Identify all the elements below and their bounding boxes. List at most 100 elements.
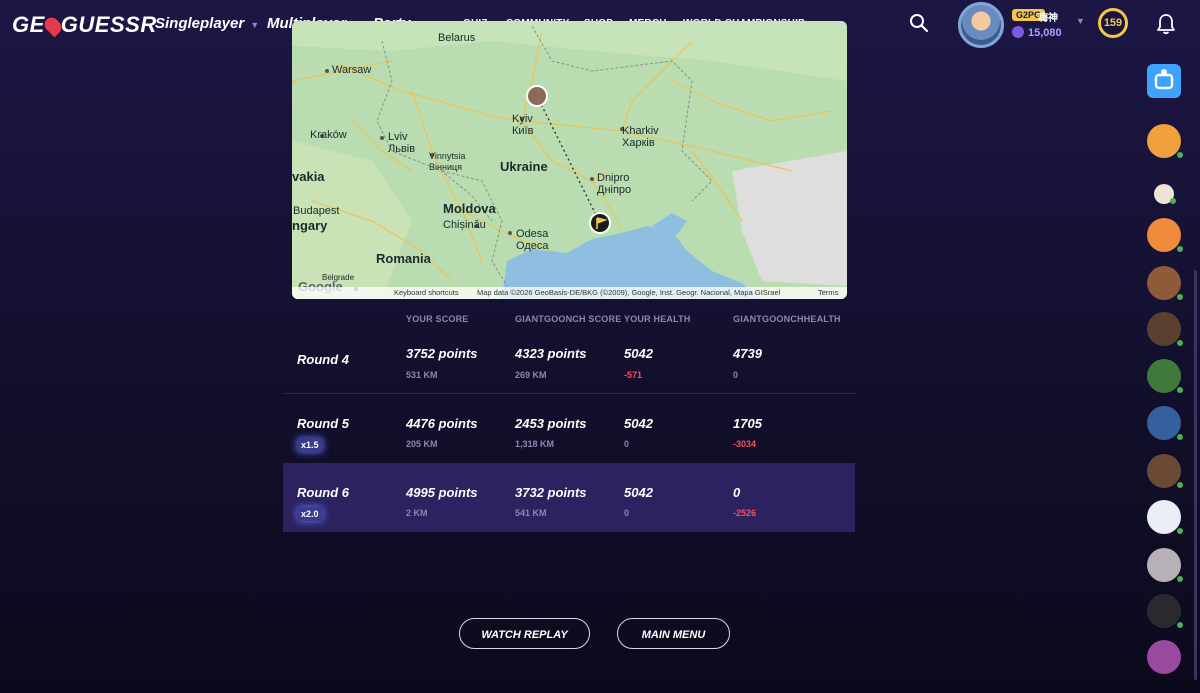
opponent-health-change: -3034 bbox=[733, 439, 757, 449]
online-indicator bbox=[1177, 434, 1183, 440]
watch-replay-button[interactable]: WATCH REPLAY bbox=[459, 618, 590, 649]
map-label-warsaw: Warsaw bbox=[332, 64, 372, 76]
damage-multiplier-badge: x2.0 bbox=[297, 507, 323, 521]
friend-avatar[interactable] bbox=[1147, 500, 1183, 534]
online-indicator bbox=[1170, 198, 1176, 204]
user-avatar[interactable] bbox=[958, 2, 1004, 48]
online-indicator bbox=[1177, 528, 1183, 534]
opponent-points: 4323 points bbox=[515, 346, 587, 361]
online-indicator bbox=[1177, 482, 1183, 488]
online-indicator bbox=[1177, 576, 1183, 582]
friend-avatar[interactable] bbox=[1147, 640, 1181, 674]
column-header-your-score: YOUR SCORE bbox=[406, 314, 469, 324]
damage-multiplier-badge: x1.5 bbox=[297, 438, 323, 452]
your-points: 4476 points bbox=[406, 416, 478, 431]
opponent-points: 3732 points bbox=[515, 485, 587, 500]
map-label-kharkiv: Kharkiv bbox=[622, 125, 659, 137]
sidebar-scrollbar[interactable] bbox=[1194, 270, 1197, 680]
friend-avatar[interactable] bbox=[1147, 594, 1183, 628]
map-label-krakow: Kraków bbox=[310, 129, 347, 141]
map-label-moldova: Moldova bbox=[443, 201, 496, 216]
friends-sidebar bbox=[1140, 54, 1192, 684]
geoguessr-logo[interactable]: GE GUESSR bbox=[12, 12, 157, 38]
opponent-distance: 269 KM bbox=[515, 370, 547, 380]
friend-avatar[interactable] bbox=[1147, 312, 1183, 346]
map-data-attribution: Map data ©2026 GeoBasis-DE/BKG (©2009), … bbox=[477, 288, 781, 297]
map-label-dnipro-local: Дніпро bbox=[597, 184, 632, 196]
your-points: 4995 points bbox=[406, 485, 478, 500]
map-label-lviv: Lviv bbox=[388, 131, 408, 143]
opponent-health: 1705 bbox=[733, 416, 762, 431]
map-label-slovakia: vakia bbox=[292, 169, 325, 184]
keyboard-shortcuts-link[interactable]: Keyboard shortcuts bbox=[394, 288, 459, 297]
table-row-current: Round 6 x2.0 4995 points 2 KM 3732 point… bbox=[283, 463, 855, 532]
table-row: Round 5 x1.5 4476 points 205 KM 2453 poi… bbox=[283, 393, 855, 463]
map-label-odesa-local: Одеса bbox=[516, 240, 549, 252]
logo-text-right: GUESSR bbox=[60, 12, 157, 37]
coin-balance: 15,080 bbox=[1012, 26, 1062, 39]
your-health-change: -571 bbox=[624, 370, 643, 380]
online-indicator bbox=[1177, 340, 1183, 346]
round-label: Round 6 bbox=[297, 485, 349, 500]
friend-avatar[interactable] bbox=[1147, 359, 1183, 393]
opponent-distance: 541 KM bbox=[515, 508, 547, 518]
opponent-health-change: 0 bbox=[733, 370, 739, 380]
map-label-lviv-local: Львів bbox=[388, 143, 416, 155]
your-points: 3752 points bbox=[406, 346, 478, 361]
round-label: Round 5 bbox=[297, 416, 349, 431]
opponent-health: 4739 bbox=[733, 346, 762, 361]
your-distance: 531 KM bbox=[406, 370, 438, 380]
friend-avatar[interactable] bbox=[1147, 548, 1183, 582]
opponent-health: 0 bbox=[733, 485, 741, 500]
chevron-down-icon: ▼ bbox=[250, 20, 260, 30]
notification-bell-icon[interactable] bbox=[1156, 13, 1176, 35]
map-label-budapest: Budapest bbox=[293, 205, 340, 217]
online-indicator bbox=[1177, 246, 1183, 252]
user-name[interactable]: 嗨神 bbox=[1038, 9, 1058, 24]
map-label-kyiv-local: Київ bbox=[512, 125, 534, 137]
column-header-your-health: YOUR HEALTH bbox=[624, 314, 691, 324]
column-header-opponent-score: GIANTGOONCH SCORE bbox=[515, 314, 622, 324]
round-label: Round 4 bbox=[297, 352, 349, 367]
your-health-change: 0 bbox=[624, 439, 630, 449]
friend-avatar[interactable] bbox=[1147, 406, 1183, 440]
result-map[interactable]: Belarus Warsaw Kraków Lviv Львів Kyiv Ки… bbox=[292, 21, 847, 299]
nav-singleplayer-label: Singleplayer bbox=[155, 15, 245, 32]
map-label-kharkiv-local: Харків bbox=[622, 137, 655, 149]
friend-avatar[interactable] bbox=[1147, 454, 1183, 488]
map-label-chisinau: Chișinău bbox=[443, 219, 486, 231]
opponent-health-change: -2526 bbox=[733, 508, 757, 518]
table-row: Round 4 3752 points 531 KM 4323 points 2… bbox=[283, 324, 855, 393]
profile-chevron-down-icon[interactable]: ▼ bbox=[1076, 16, 1085, 26]
online-indicator bbox=[1177, 152, 1183, 158]
map-label-kyiv: Kyiv bbox=[512, 113, 533, 125]
map-label-romania: Romania bbox=[376, 251, 431, 266]
your-distance: 2 KM bbox=[406, 508, 428, 518]
your-health-change: 0 bbox=[624, 508, 630, 518]
main-menu-button[interactable]: MAIN MENU bbox=[617, 618, 730, 649]
your-health: 5042 bbox=[624, 416, 653, 431]
friend-avatar[interactable] bbox=[1147, 218, 1183, 252]
map-attribution-bar: Keyboard shortcuts Map data ©2026 GeoBas… bbox=[292, 287, 847, 299]
column-header-opponent-health: GIANTGOONCHHEALTH bbox=[733, 314, 841, 324]
map-label-ukraine: Ukraine bbox=[500, 159, 548, 174]
your-distance: 205 KM bbox=[406, 439, 438, 449]
online-indicator bbox=[1177, 294, 1183, 300]
coin-balance-value: 15,080 bbox=[1028, 27, 1062, 39]
map-label-belarus: Belarus bbox=[438, 32, 476, 44]
map-label-hungary: ngary bbox=[292, 218, 328, 233]
map-label-vinnytsia-local: Вінниця bbox=[429, 162, 462, 172]
nav-singleplayer[interactable]: Singleplayer ▼ bbox=[155, 15, 259, 32]
map-label-vinnytsia: Vinnytsia bbox=[429, 151, 466, 161]
opponent-distance: 1,318 KM bbox=[515, 439, 555, 449]
friend-avatar[interactable] bbox=[1147, 266, 1183, 300]
friends-panel-icon[interactable] bbox=[1147, 64, 1181, 98]
friend-avatar[interactable] bbox=[1147, 124, 1183, 158]
search-icon[interactable] bbox=[909, 13, 929, 33]
logo-text-left: GE bbox=[12, 12, 45, 37]
map-label-dnipro: Dnipro bbox=[597, 172, 630, 184]
friend-avatar[interactable] bbox=[1154, 184, 1176, 204]
terms-link[interactable]: Terms bbox=[818, 288, 838, 297]
level-badge[interactable]: 159 bbox=[1098, 8, 1128, 38]
map-label-odesa: Odesa bbox=[516, 228, 549, 240]
